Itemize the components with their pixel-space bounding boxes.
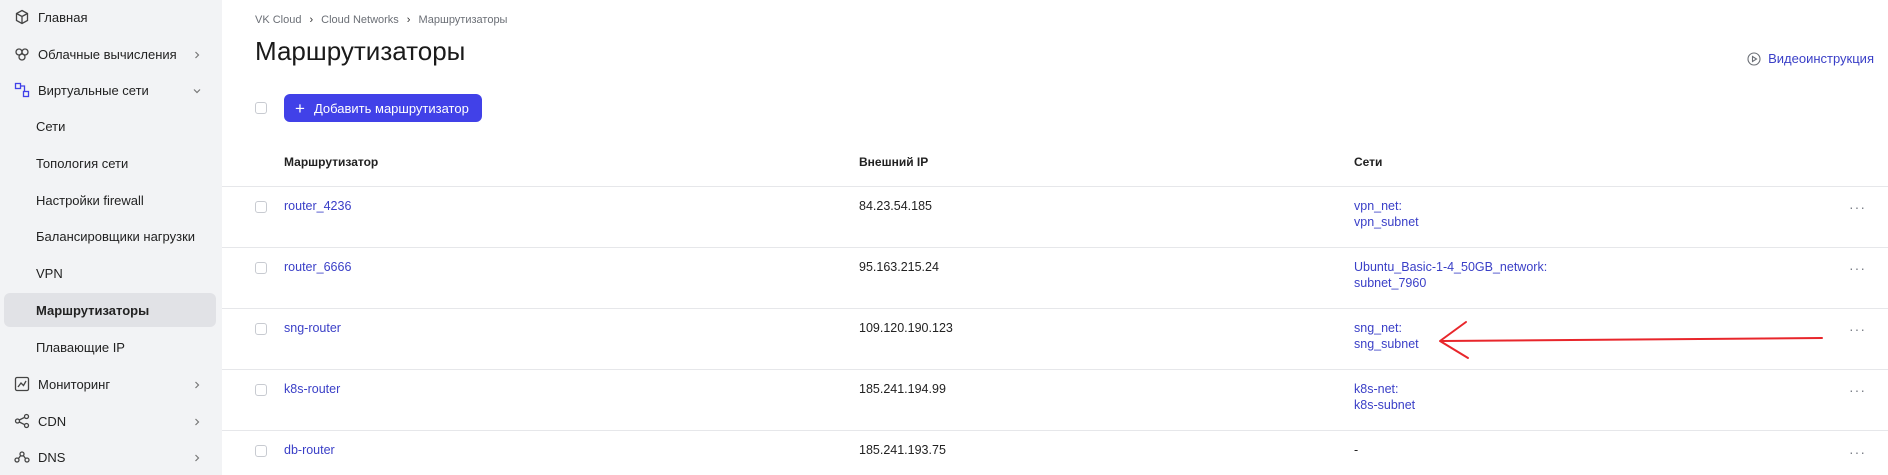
sidebar-item-label: Настройки firewall <box>36 192 144 208</box>
dns-icon <box>14 449 30 465</box>
share-icon <box>14 413 30 429</box>
sidebar: Главная Облачные вычисления Виртуальные … <box>0 0 222 475</box>
sidebar-item-firewall[interactable]: Настройки firewall <box>4 183 216 217</box>
external-ip: 84.23.54.185 <box>859 199 932 213</box>
row-checkbox[interactable] <box>255 384 267 396</box>
sidebar-item-vpn[interactable]: VPN <box>4 256 216 290</box>
row-checkbox[interactable] <box>255 445 267 457</box>
breadcrumb-current: Маршрутизаторы <box>418 14 508 26</box>
sidebar-item-topology[interactable]: Топология сети <box>4 146 216 180</box>
sidebar-item-label: Балансировщики нагрузки <box>36 228 196 244</box>
column-header-external-ip[interactable]: Внешний IP <box>859 155 928 169</box>
sidebar-item-routers[interactable]: Маршрутизаторы <box>4 293 216 327</box>
network-link[interactable]: vpn_net: <box>1354 198 1402 214</box>
cube-icon <box>14 9 30 25</box>
plus-icon: + <box>295 98 305 118</box>
sidebar-item-label: Плавающие IP <box>36 339 125 355</box>
sidebar-item-label: Маршрутизаторы <box>36 302 150 318</box>
row-divider <box>222 247 1888 248</box>
row-divider <box>222 430 1888 431</box>
network-icon <box>14 82 30 98</box>
subnet-link[interactable]: vpn_subnet <box>1354 214 1419 230</box>
row-menu-button[interactable]: ··· <box>1849 199 1866 215</box>
external-ip: 185.241.194.99 <box>859 382 946 396</box>
sidebar-item-home[interactable]: Главная <box>4 0 216 34</box>
sidebar-item-dns[interactable]: DNS <box>4 440 216 474</box>
subnet-link[interactable]: k8s-subnet <box>1354 397 1415 413</box>
network-link[interactable]: k8s-net: <box>1354 381 1398 397</box>
row-checkbox[interactable] <box>255 201 267 213</box>
sidebar-item-label: CDN <box>38 413 67 429</box>
column-header-networks[interactable]: Сети <box>1354 155 1382 169</box>
sidebar-item-label: DNS <box>38 449 66 465</box>
cloud-compute-icon <box>14 46 30 62</box>
row-menu-button[interactable]: ··· <box>1849 321 1866 337</box>
sidebar-item-cdn[interactable]: CDN <box>4 404 216 438</box>
row-menu-button[interactable]: ··· <box>1849 444 1866 460</box>
page-title: Маршрутизаторы <box>255 36 466 66</box>
router-name-link[interactable]: db-router <box>284 442 335 458</box>
select-all-checkbox[interactable] <box>255 102 267 114</box>
sidebar-item-label: Топология сети <box>36 155 129 171</box>
sidebar-item-label: VPN <box>36 265 63 281</box>
external-ip: 109.120.190.123 <box>859 321 953 335</box>
breadcrumb: VK Cloud › Cloud Networks › Маршрутизато… <box>255 14 507 26</box>
chevron-right-icon <box>192 415 202 426</box>
row-checkbox[interactable] <box>255 262 267 274</box>
chevron-right-icon <box>192 48 202 59</box>
external-ip: 185.241.193.75 <box>859 443 946 457</box>
network-empty: - <box>1354 443 1359 457</box>
play-circle-icon <box>1747 51 1761 66</box>
sidebar-item-cloud-compute[interactable]: Облачные вычисления <box>4 37 216 71</box>
external-ip: 95.163.215.24 <box>859 260 939 274</box>
network-link[interactable]: Ubuntu_Basic-1-4_50GB_network: <box>1354 259 1547 275</box>
add-router-label: Добавить маршрутизатор <box>313 100 469 116</box>
chevron-right-icon <box>192 451 202 462</box>
row-menu-button[interactable]: ··· <box>1849 260 1866 276</box>
breadcrumb-cloud-networks[interactable]: Cloud Networks <box>321 14 399 26</box>
sidebar-item-load-balancers[interactable]: Балансировщики нагрузки <box>4 219 216 253</box>
chevron-right-icon: › <box>406 14 411 26</box>
video-instruction-label: Видеоинструкция <box>1768 51 1874 66</box>
chevron-right-icon: › <box>309 14 314 26</box>
sidebar-item-monitoring[interactable]: Мониторинг <box>4 367 216 401</box>
network-link[interactable]: sng_net: <box>1354 320 1402 336</box>
sidebar-item-floating-ip[interactable]: Плавающие IP <box>4 330 216 364</box>
sidebar-item-label: Мониторинг <box>38 376 111 392</box>
row-checkbox[interactable] <box>255 323 267 335</box>
sidebar-item-label: Сети <box>36 118 66 134</box>
row-divider <box>222 308 1888 309</box>
sidebar-item-networks[interactable]: Сети <box>4 109 216 143</box>
subnet-link[interactable]: sng_subnet <box>1354 336 1419 352</box>
router-name-link[interactable]: k8s-router <box>284 381 340 397</box>
row-divider <box>222 186 1888 187</box>
sidebar-item-label: Виртуальные сети <box>38 82 149 98</box>
router-name-link[interactable]: router_6666 <box>284 259 351 275</box>
row-divider <box>222 369 1888 370</box>
sidebar-item-virtual-networks[interactable]: Виртуальные сети <box>4 73 216 107</box>
chevron-right-icon <box>192 378 202 389</box>
chart-line-icon <box>14 376 30 392</box>
subnet-link[interactable]: subnet_7960 <box>1354 275 1426 291</box>
breadcrumb-vk-cloud[interactable]: VK Cloud <box>255 14 301 26</box>
row-menu-button[interactable]: ··· <box>1849 382 1866 398</box>
column-header-router[interactable]: Маршрутизатор <box>284 155 378 169</box>
video-instruction-link[interactable]: Видеоинструкция <box>1747 51 1874 66</box>
add-router-button[interactable]: + Добавить маршрутизатор <box>284 94 482 122</box>
router-name-link[interactable]: sng-router <box>284 320 341 336</box>
sidebar-item-label: Облачные вычисления <box>38 46 177 62</box>
chevron-down-icon <box>192 84 202 94</box>
sidebar-item-label: Главная <box>38 9 88 25</box>
main-content: VK Cloud › Cloud Networks › Маршрутизато… <box>222 0 1888 475</box>
router-name-link[interactable]: router_4236 <box>284 198 351 214</box>
